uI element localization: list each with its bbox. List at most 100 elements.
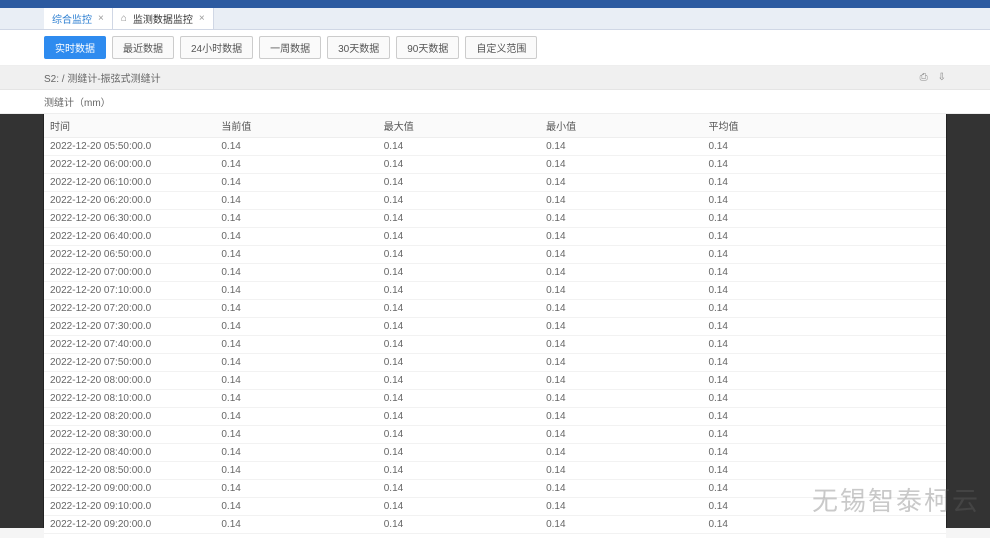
30d-button[interactable]: 30天数据 (327, 36, 390, 59)
cell-time: 2022-12-20 07:30:00.0 (44, 318, 215, 336)
cell-min: 0.14 (540, 336, 702, 354)
cell-avg: 0.14 (702, 174, 946, 192)
week-button[interactable]: 一周数据 (259, 36, 321, 59)
table-row: 2022-12-20 06:20:00.00.140.140.140.14 (44, 192, 946, 210)
table-row: 2022-12-20 07:50:00.00.140.140.140.14 (44, 354, 946, 372)
cell-max: 0.14 (378, 498, 540, 516)
cell-time: 2022-12-20 09:10:00.0 (44, 498, 215, 516)
cell-current: 0.14 (215, 156, 377, 174)
cell-avg: 0.14 (702, 300, 946, 318)
table-row: 2022-12-20 08:10:00.00.140.140.140.14 (44, 390, 946, 408)
cell-current: 0.14 (215, 174, 377, 192)
cell-current: 0.14 (215, 264, 377, 282)
cell-min: 0.14 (540, 318, 702, 336)
time-range-toolbar: 实时数据 最近数据 24小时数据 一周数据 30天数据 90天数据 自定义范围 (0, 30, 990, 66)
table-row: 2022-12-20 07:40:00.00.140.140.140.14 (44, 336, 946, 354)
cell-current: 0.14 (215, 426, 377, 444)
cell-time: 2022-12-20 09:20:00.0 (44, 516, 215, 534)
export-icon[interactable]: ⇩ (938, 72, 946, 83)
24h-button[interactable]: 24小时数据 (180, 36, 253, 59)
tab-monitor-data[interactable]: ⌂ 监测数据监控 × (113, 8, 214, 29)
cell-avg: 0.14 (702, 192, 946, 210)
cell-current: 0.14 (215, 282, 377, 300)
cell-min: 0.14 (540, 534, 702, 538)
cell-avg: 0.14 (702, 462, 946, 480)
cell-current: 0.14 (215, 300, 377, 318)
recent-button[interactable]: 最近数据 (112, 36, 174, 59)
cell-max: 0.14 (378, 444, 540, 462)
cell-max: 0.14 (378, 246, 540, 264)
cell-max: 0.14 (378, 354, 540, 372)
cell-min: 0.14 (540, 300, 702, 318)
cell-min: 0.14 (540, 282, 702, 300)
table-row: 2022-12-20 06:30:00.00.140.140.140.14 (44, 210, 946, 228)
cell-avg: 0.14 (702, 264, 946, 282)
table-row: 2022-12-20 06:50:00.00.140.140.140.14 (44, 246, 946, 264)
cell-max: 0.14 (378, 264, 540, 282)
data-table-container[interactable]: 时间 当前值 最大值 最小值 平均值 2022-12-20 05:50:00.0… (44, 114, 946, 538)
cell-current: 0.14 (215, 372, 377, 390)
cell-current: 0.14 (215, 516, 377, 534)
cell-min: 0.14 (540, 138, 702, 156)
custom-range-button[interactable]: 自定义范围 (465, 36, 537, 59)
cell-current: 0.14 (215, 480, 377, 498)
cell-max: 0.14 (378, 192, 540, 210)
cell-min: 0.14 (540, 174, 702, 192)
cell-min: 0.14 (540, 264, 702, 282)
cell-max: 0.14 (378, 300, 540, 318)
cell-current: 0.14 (215, 228, 377, 246)
data-table: 时间 当前值 最大值 最小值 平均值 2022-12-20 05:50:00.0… (44, 114, 946, 538)
cell-current: 0.14 (215, 408, 377, 426)
close-icon[interactable]: × (199, 13, 205, 24)
cell-avg: 0.14 (702, 444, 946, 462)
cell-time: 2022-12-20 08:40:00.0 (44, 444, 215, 462)
cell-max: 0.14 (378, 336, 540, 354)
cell-min: 0.14 (540, 444, 702, 462)
cell-max: 0.14 (378, 174, 540, 192)
table-row: 2022-12-20 09:20:00.00.140.140.140.14 (44, 516, 946, 534)
cell-avg: 0.14 (702, 336, 946, 354)
table-row: 2022-12-20 08:50:00.00.140.140.140.14 (44, 462, 946, 480)
col-time: 时间 (44, 114, 215, 138)
table-row: 2022-12-20 05:50:00.00.140.140.140.14 (44, 138, 946, 156)
cell-current: 0.14 (215, 354, 377, 372)
table-row: 2022-12-20 09:30:00.00.140.140.140.14 (44, 534, 946, 538)
cell-time: 2022-12-20 07:00:00.0 (44, 264, 215, 282)
col-current: 当前值 (215, 114, 377, 138)
cell-current: 0.14 (215, 462, 377, 480)
breadcrumb-row: S2: / 测缝计-振弦式测缝计 ⎙ ⇩ (0, 66, 990, 90)
close-icon[interactable]: × (98, 13, 104, 24)
cell-avg: 0.14 (702, 534, 946, 538)
tab-label: 监测数据监控 (133, 11, 193, 26)
cell-avg: 0.14 (702, 516, 946, 534)
realtime-button[interactable]: 实时数据 (44, 36, 106, 59)
cell-avg: 0.14 (702, 246, 946, 264)
cell-current: 0.14 (215, 210, 377, 228)
cell-max: 0.14 (378, 138, 540, 156)
table-row: 2022-12-20 07:30:00.00.140.140.140.14 (44, 318, 946, 336)
cell-current: 0.14 (215, 192, 377, 210)
90d-button[interactable]: 90天数据 (396, 36, 459, 59)
cell-time: 2022-12-20 08:20:00.0 (44, 408, 215, 426)
table-row: 2022-12-20 06:40:00.00.140.140.140.14 (44, 228, 946, 246)
app-topbar (0, 0, 990, 8)
cell-max: 0.14 (378, 408, 540, 426)
cell-min: 0.14 (540, 426, 702, 444)
cell-time: 2022-12-20 07:40:00.0 (44, 336, 215, 354)
cell-current: 0.14 (215, 534, 377, 538)
cell-time: 2022-12-20 06:20:00.0 (44, 192, 215, 210)
breadcrumb: S2: / 测缝计-振弦式测缝计 (44, 70, 161, 85)
cell-time: 2022-12-20 07:10:00.0 (44, 282, 215, 300)
cell-time: 2022-12-20 06:10:00.0 (44, 174, 215, 192)
cell-max: 0.14 (378, 228, 540, 246)
cell-time: 2022-12-20 06:50:00.0 (44, 246, 215, 264)
cell-time: 2022-12-20 08:00:00.0 (44, 372, 215, 390)
print-icon[interactable]: ⎙ (920, 72, 928, 83)
tab-overview[interactable]: 综合监控 × (44, 8, 113, 29)
cell-avg: 0.14 (702, 282, 946, 300)
cell-max: 0.14 (378, 426, 540, 444)
cell-min: 0.14 (540, 480, 702, 498)
table-row: 2022-12-20 08:20:00.00.140.140.140.14 (44, 408, 946, 426)
cell-time: 2022-12-20 06:30:00.0 (44, 210, 215, 228)
cell-max: 0.14 (378, 462, 540, 480)
